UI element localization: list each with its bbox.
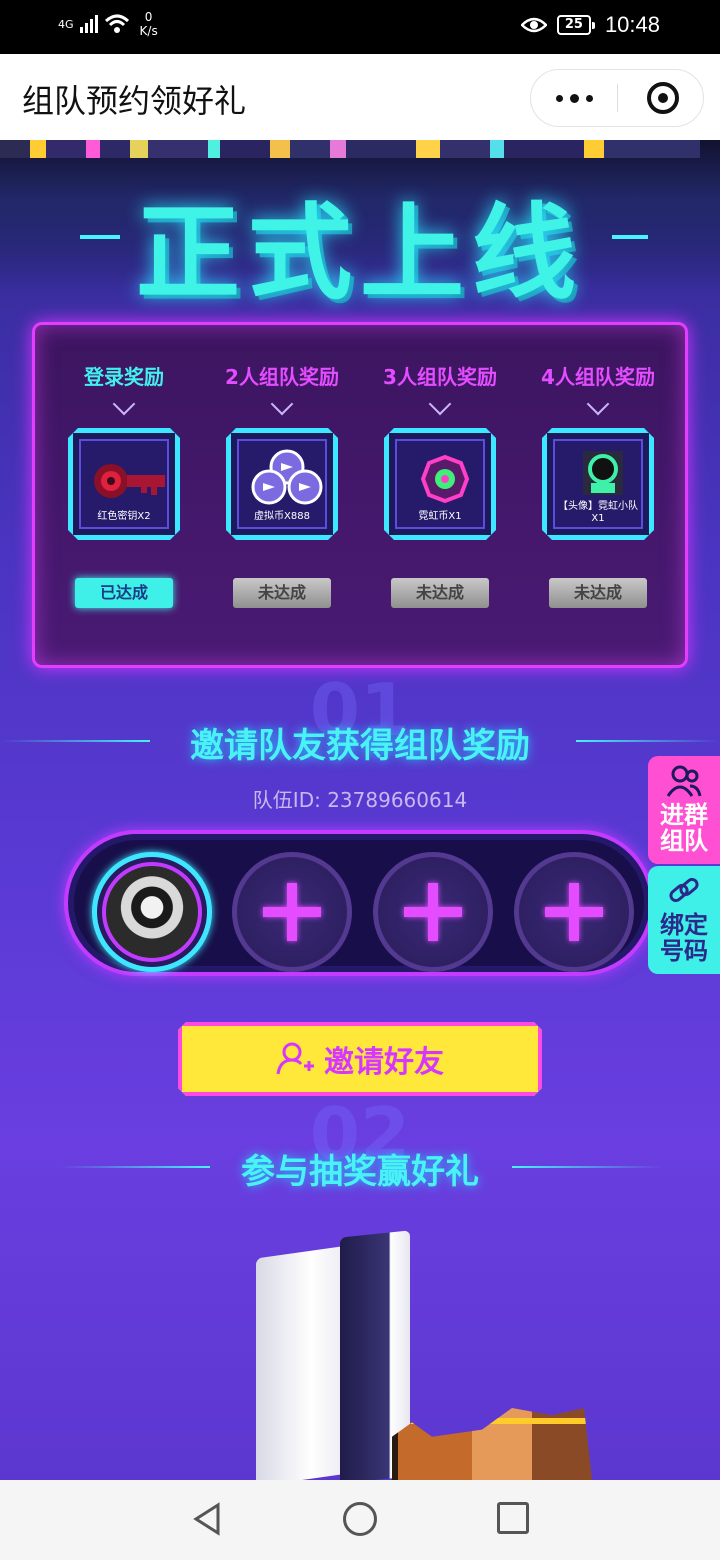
chevron-down-icon <box>428 392 452 416</box>
main-content: 正式上线 登录奖励 红色密钥X2 已达成 2人组队奖励 虚拟币X888 未达成 … <box>0 140 720 1480</box>
reward-team-3: 3人组队奖励 霓虹币X1 未达成 <box>365 361 515 608</box>
status-left: 4G 0 K/s <box>58 10 158 38</box>
recent-apps-icon[interactable] <box>497 1502 529 1534</box>
bind-number-tab[interactable]: 绑定 号码 <box>648 866 720 974</box>
target-icon[interactable] <box>647 82 679 114</box>
pixel-banner-strip <box>0 140 720 158</box>
reward-status-badge: 未达成 <box>549 578 647 608</box>
status-bar: 4G 0 K/s 25 10:48 <box>0 0 720 54</box>
chevron-down-icon <box>112 392 136 416</box>
chevron-down-icon <box>270 392 294 416</box>
reward-item-name: 虚拟币X888 <box>254 511 310 522</box>
reward-title: 3人组队奖励 <box>383 365 497 389</box>
team-id: 队伍ID: 23789660614 <box>0 784 720 813</box>
reward-title: 2人组队奖励 <box>225 365 339 389</box>
game-console-image <box>248 1230 412 1480</box>
network-speed: 0 K/s <box>140 10 158 38</box>
section-title: 参与抽奖赢好礼 <box>241 1152 479 1192</box>
speed-value: 0 <box>144 10 153 24</box>
reward-title: 4人组队奖励 <box>541 365 655 389</box>
eye-icon <box>520 17 548 33</box>
title-bar: 组队预约领好礼 <box>0 54 720 140</box>
team-id-label: 队伍ID: <box>252 788 321 812</box>
avatar <box>102 862 202 962</box>
reward-title: 登录奖励 <box>84 365 164 389</box>
empty-slot[interactable] <box>232 852 352 972</box>
team-member-avatar[interactable] <box>92 852 212 972</box>
reward-item-frame[interactable]: 【头像】霓虹小队X1 <box>542 428 654 540</box>
reward-status-badge: 已达成 <box>75 578 173 608</box>
reward-item-frame[interactable]: 霓虹币X1 <box>384 428 496 540</box>
clock: 10:48 <box>604 12 660 37</box>
plus-icon <box>404 883 462 941</box>
reward-item-name: 【头像】霓虹小队X1 <box>558 501 638 524</box>
join-group-label-2: 组队 <box>660 827 708 855</box>
status-right: 25 10:48 <box>520 12 660 38</box>
group-icon <box>666 764 702 798</box>
link-icon <box>666 874 702 908</box>
more-dots-icon[interactable] <box>531 70 617 126</box>
page-title: 组队预约领好礼 <box>22 82 247 120</box>
capsule-divider <box>617 84 618 112</box>
section-title: 邀请队友获得组队奖励 <box>190 726 530 766</box>
reward-item-frame[interactable]: 虚拟币X888 <box>226 428 338 540</box>
wifi-icon <box>104 13 130 35</box>
speed-unit: K/s <box>139 24 158 38</box>
plus-icon <box>545 883 603 941</box>
back-triangle-icon[interactable] <box>192 1502 222 1536</box>
coins-icon <box>239 443 335 515</box>
team-slots <box>64 830 654 976</box>
reward-item-name: 红色密钥X2 <box>97 511 151 522</box>
reward-panel: 登录奖励 红色密钥X2 已达成 2人组队奖励 虚拟币X888 未达成 3人组队奖… <box>32 322 688 668</box>
headline-title: 正式上线 <box>135 192 584 314</box>
plus-icon <box>263 883 321 941</box>
reward-item-frame[interactable]: 红色密钥X2 <box>68 428 180 540</box>
invite-button-label: 邀请好友 <box>324 1045 444 1080</box>
neon-coin-icon <box>397 443 493 515</box>
invite-friend-button[interactable]: 邀请好友 <box>178 1022 542 1096</box>
reward-status-badge: 未达成 <box>391 578 489 608</box>
system-nav-bar <box>0 1480 720 1560</box>
reward-status-badge: 未达成 <box>233 578 331 608</box>
red-key-icon <box>81 445 177 515</box>
battery-indicator: 25 <box>556 15 595 35</box>
home-circle-icon[interactable] <box>343 1502 377 1536</box>
bind-number-label-1: 绑定 <box>660 911 708 939</box>
pixel-pet-image <box>392 1408 592 1480</box>
network-type: 4G <box>58 17 74 31</box>
join-group-label-1: 进群 <box>660 801 708 829</box>
empty-slot[interactable] <box>373 852 493 972</box>
reward-team-4: 4人组队奖励 【头像】霓虹小队X1 未达成 <box>523 361 673 608</box>
miniprogram-capsule <box>530 69 704 127</box>
reward-item-name: 霓虹币X1 <box>418 511 462 522</box>
bind-number-label-2: 号码 <box>660 937 708 965</box>
reward-login: 登录奖励 红色密钥X2 已达成 <box>49 361 199 608</box>
reward-team-2: 2人组队奖励 虚拟币X888 未达成 <box>207 361 357 608</box>
neon-squad-avatar-icon <box>555 443 651 507</box>
join-group-tab[interactable]: 进群 组队 <box>648 756 720 864</box>
add-user-icon <box>276 1040 314 1078</box>
empty-slot[interactable] <box>514 852 634 972</box>
team-id-value: 23789660614 <box>327 788 468 812</box>
chevron-down-icon <box>586 392 610 416</box>
signal-icon <box>79 15 98 33</box>
